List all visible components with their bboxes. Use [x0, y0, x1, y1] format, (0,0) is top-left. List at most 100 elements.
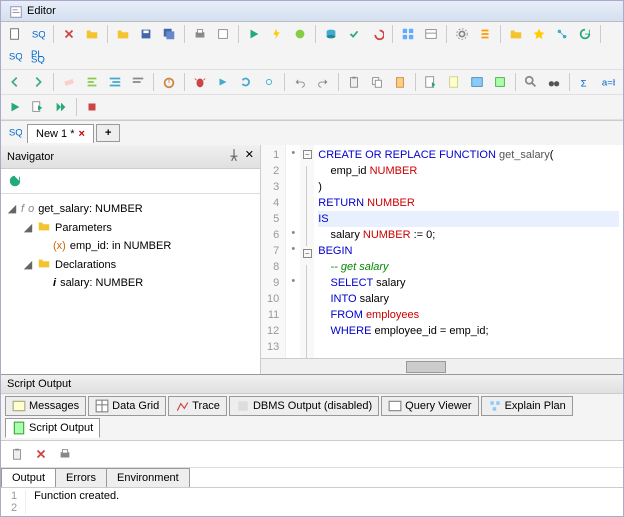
tab-new1[interactable]: New 1 * × [27, 124, 94, 143]
fold-toggle-icon[interactable]: − [303, 249, 312, 258]
print-icon[interactable] [190, 24, 210, 44]
commit-icon[interactable] [344, 24, 364, 44]
tree-params[interactable]: ◢ Parameters [23, 217, 254, 238]
clipboard-icon[interactable] [344, 72, 364, 92]
options-icon[interactable] [475, 24, 495, 44]
decl-label: salary: NUMBER [60, 277, 143, 289]
svg-text:SQL: SQL [9, 128, 22, 139]
subtab-environment[interactable]: Environment [106, 468, 190, 487]
link-icon[interactable] [259, 72, 279, 92]
fold-toggle-icon[interactable]: − [303, 150, 312, 159]
new-file-icon[interactable] [5, 24, 25, 44]
script-exec-icon[interactable] [421, 72, 441, 92]
tab-close-icon[interactable]: × [79, 128, 85, 140]
yellow-doc-icon[interactable] [444, 72, 464, 92]
tab-trace[interactable]: Trace [168, 396, 227, 416]
eraser-icon[interactable] [59, 72, 79, 92]
nav-fwd-icon[interactable] [28, 72, 48, 92]
paste-icon[interactable] [390, 72, 410, 92]
tab-data-grid[interactable]: Data Grid [88, 396, 166, 416]
copy-icon[interactable] [367, 72, 387, 92]
collapse-icon[interactable]: ◢ [7, 202, 17, 215]
table-icon[interactable] [421, 24, 441, 44]
nav-back-icon[interactable] [5, 72, 25, 92]
step-icon[interactable] [213, 72, 233, 92]
code-text-area[interactable]: CREATE OR REPLACE FUNCTION get_salary( e… [314, 145, 623, 358]
marker-gutter: • •• • •• [286, 145, 300, 358]
run-icon[interactable] [5, 97, 25, 117]
line-gutter: 1234 5678 9101112 13141516 [261, 145, 286, 358]
subtab-output[interactable]: Output [1, 468, 56, 487]
scroll-thumb[interactable] [406, 361, 446, 373]
tree-root[interactable]: ◢ fo get_salary: NUMBER [7, 200, 254, 217]
tree-param-empid[interactable]: (x) emp_id: in NUMBER [39, 238, 254, 254]
table-data-icon[interactable] [467, 72, 487, 92]
out-clipboard-icon[interactable] [7, 444, 27, 464]
rollback-icon[interactable] [367, 24, 387, 44]
folder-icon [37, 219, 51, 236]
collapse-icon[interactable]: ◢ [23, 221, 33, 234]
nav-refresh-icon[interactable] [5, 171, 25, 191]
save-all-icon[interactable] [159, 24, 179, 44]
tab-messages[interactable]: Messages [5, 396, 86, 416]
output-result-line: Function created. [34, 490, 119, 502]
open-folder-icon[interactable] [82, 24, 102, 44]
star-icon[interactable] [529, 24, 549, 44]
var-icon: i [53, 277, 56, 289]
timer-icon[interactable] [159, 72, 179, 92]
tab-label: New 1 * [36, 128, 75, 140]
gear-icon[interactable] [452, 24, 472, 44]
script-output-title: Script Output [7, 378, 71, 390]
binoculars-icon[interactable] [544, 72, 564, 92]
plsql-icon[interactable]: PLSQL [28, 47, 48, 67]
execute-icon[interactable] [244, 24, 264, 44]
compare-icon[interactable]: a=b [598, 72, 618, 92]
sql-script-icon[interactable]: SQL [5, 47, 25, 67]
tab-dbms-output[interactable]: DBMS Output (disabled) [229, 396, 379, 416]
horizontal-scrollbar[interactable] [261, 358, 623, 374]
tab-explain-plan[interactable]: Explain Plan [481, 396, 573, 416]
sql-icon[interactable]: SQL [28, 24, 48, 44]
run-script-icon[interactable] [28, 97, 48, 117]
pin-icon[interactable] [227, 148, 241, 165]
svg-text:SQL: SQL [9, 52, 22, 63]
undo-icon[interactable] [290, 72, 310, 92]
refresh-icon[interactable] [575, 24, 595, 44]
redo-icon[interactable] [313, 72, 333, 92]
subtab-errors[interactable]: Errors [55, 468, 107, 487]
tab-query-viewer[interactable]: Query Viewer [381, 396, 478, 416]
indent-icon[interactable] [105, 72, 125, 92]
cut-icon[interactable] [59, 24, 79, 44]
format-icon[interactable] [82, 72, 102, 92]
tab-script-output[interactable]: Script Output [5, 418, 100, 438]
find-icon[interactable] [521, 72, 541, 92]
connect-icon[interactable] [552, 24, 572, 44]
toolbar-area: SQL [1, 22, 623, 121]
out-red-x-icon[interactable] [31, 444, 51, 464]
folder-icon[interactable] [113, 24, 133, 44]
out-print-icon[interactable] [55, 444, 75, 464]
preview-icon[interactable] [213, 24, 233, 44]
navigator-title: Navigator [7, 151, 54, 163]
grid-icon[interactable] [398, 24, 418, 44]
tree-decl-salary[interactable]: i salary: NUMBER [39, 275, 254, 291]
db-icon[interactable] [321, 24, 341, 44]
run-all-icon[interactable] [51, 97, 71, 117]
tab-add-button[interactable]: + [96, 124, 120, 142]
close-panel-icon[interactable]: ✕ [245, 148, 254, 165]
stop-icon[interactable] [82, 97, 102, 117]
schema-icon[interactable] [490, 72, 510, 92]
title-bar: Editor [1, 1, 623, 22]
lightning-icon[interactable] [267, 24, 287, 44]
loop-icon[interactable] [236, 72, 256, 92]
tool-icon[interactable] [290, 24, 310, 44]
code-editor[interactable]: 1234 5678 9101112 13141516 • •• • •• − − [261, 145, 623, 374]
outdent-icon[interactable] [128, 72, 148, 92]
param-icon: (x) [53, 240, 66, 252]
tree-decls[interactable]: ◢ Declarations [23, 254, 254, 275]
collapse-icon[interactable]: ◢ [23, 258, 33, 271]
save-icon[interactable] [136, 24, 156, 44]
open-output-icon[interactable] [506, 24, 526, 44]
sigma-icon[interactable]: Σ [575, 72, 595, 92]
bug-icon[interactable] [190, 72, 210, 92]
